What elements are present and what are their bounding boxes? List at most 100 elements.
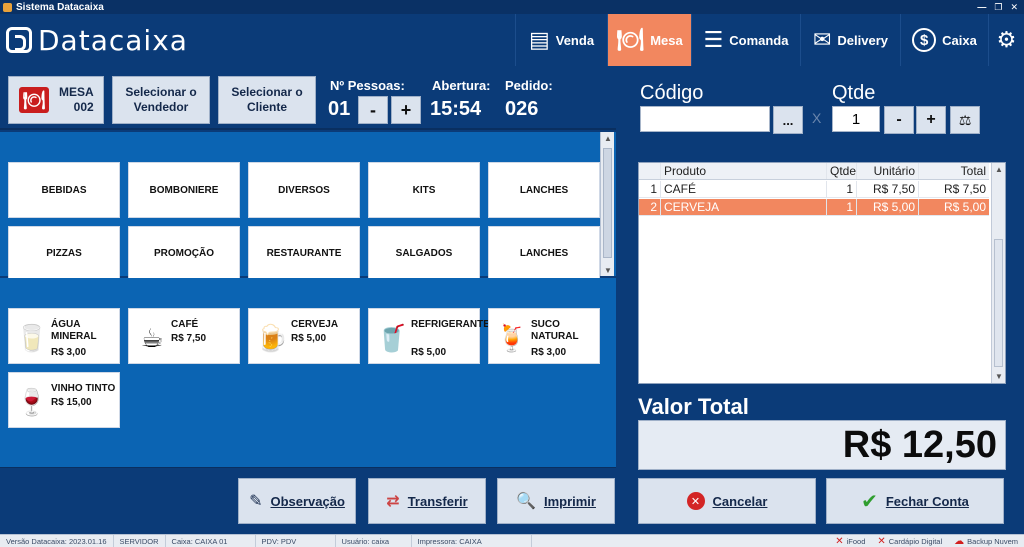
mesa-button[interactable]: 🍽 MESA 002 [8,76,104,124]
abertura-label: Abertura: [432,78,491,93]
valor-total-value: R$ 12,50 [842,423,997,466]
status-backup[interactable]: ☁ Backup Nuvem [948,536,1024,547]
scrollbar-thumb[interactable] [603,148,612,258]
product-price: R$ 15,00 [51,397,92,408]
status-caixa: Caixa: CAIXA 01 [166,534,256,547]
times-separator: X [812,110,822,126]
row-qtde: 1 [827,199,857,215]
status-versao: Versão Datacaixa: 2023.01.16 [0,534,114,547]
scroll-down-icon[interactable]: ▼ [601,264,615,276]
category-scrollbar[interactable]: ▲ ▼ [600,132,614,276]
scroll-down-icon[interactable]: ▼ [992,370,1006,382]
scale-icon: ⚖ [958,111,972,128]
category-tile[interactable]: PROMOÇÃO [128,226,240,280]
mesa-label: MESA [59,85,94,99]
cloud-error-icon: ☁ [954,535,965,547]
order-items-grid: Produto Qtde Unitário Total 1 CAFÉ 1 R$ … [638,162,1006,384]
print-preview-icon: 🔍 [516,493,536,510]
col-qtde[interactable]: Qtde [827,163,857,179]
product-tile[interactable]: 🍺 CERVEJA R$ 5,00 [248,308,360,364]
product-tile[interactable]: 🥤 REFRIGERANTE R$ 5,00 [368,308,490,364]
scroll-up-icon[interactable]: ▲ [992,163,1006,175]
select-cliente-button[interactable]: Selecionar o Cliente [218,76,316,124]
fechar-conta-label: Fechar Conta [885,493,969,509]
cash-register-icon: ▤ [528,27,550,52]
category-panel: BEBIDAS BOMBONIERE DIVERSOS KITS LANCHES… [0,132,616,280]
scale-button[interactable]: ⚖ [950,106,980,134]
nav-delivery[interactable]: ✉ Delivery [800,14,900,66]
status-cardapio[interactable]: ✕ Cardápio Digital [871,536,948,547]
category-tile[interactable]: KITS [368,162,480,218]
transferir-button[interactable]: ⇄ Transferir [368,478,486,524]
table-row[interactable]: 2 CERVEJA 1 R$ 5,00 R$ 5,00 [639,199,989,216]
delivery-truck-icon: ✉ [812,27,832,52]
category-tile[interactable]: BEBIDAS [8,162,120,218]
row-number: 2 [639,199,661,215]
note-edit-icon: ✎ [249,493,263,510]
category-tile[interactable]: PIZZAS [8,226,120,280]
category-tile[interactable]: LANCHES [488,162,600,218]
imprimir-button[interactable]: 🔍 Imprimir [497,478,615,524]
grid-scrollbar[interactable]: ▲ ▼ [991,163,1005,383]
top-header: Datacaixa ▤ Venda 🍽 Mesa ☰ Comanda ✉ Del… [0,14,1024,66]
codigo-input[interactable] [640,106,770,132]
nav-caixa-label: Caixa [942,32,977,48]
col-unitario[interactable]: Unitário [857,163,919,179]
category-tile[interactable]: LANCHES [488,226,600,280]
category-tile[interactable]: DIVERSOS [248,162,360,218]
qtde-increment-button[interactable]: + [916,106,946,134]
product-price: R$ 3,00 [51,347,87,358]
row-unitario: R$ 7,50 [857,181,919,197]
close-icon[interactable]: ✕ [1010,2,1018,13]
status-servidor: SERVIDOR [114,534,166,547]
table-info-bar: 🍽 MESA 002 Selecionar o Vendedor Selecio… [0,66,616,130]
product-tile[interactable]: ☕ CAFÉ R$ 7,50 [128,308,240,364]
category-tile[interactable]: SALGADOS [368,226,480,280]
window-title-bar: Sistema Datacaixa — ❐ ✕ [0,0,1024,14]
select-vendedor-button[interactable]: Selecionar o Vendedor [112,76,210,124]
brand-name: Datacaixa [38,23,188,57]
scroll-up-icon[interactable]: ▲ [601,132,615,144]
cancelar-button[interactable]: ✕ Cancelar [638,478,816,524]
nav-comanda[interactable]: ☰ Comanda [691,14,800,66]
codigo-browse-button[interactable]: ... [773,106,803,134]
pedido-label: Pedido: [505,78,553,93]
nav-caixa[interactable]: $ Caixa [900,14,988,66]
product-tile[interactable]: 🍹 SUCO NATURAL R$ 3,00 [488,308,600,364]
imprimir-label: Imprimir [543,493,596,509]
table-row[interactable]: 1 CAFÉ 1 R$ 7,50 R$ 7,50 [639,181,989,198]
fechar-conta-button[interactable]: ✔ Fechar Conta [826,478,1004,524]
qtde-decrement-button[interactable]: - [884,106,914,134]
product-name: VINHO TINTO [51,383,116,394]
minimize-icon[interactable]: — [977,2,986,13]
restore-icon[interactable]: ❐ [994,2,1002,13]
status-usuario: Usuário: caixa [336,534,412,547]
product-price: R$ 5,00 [411,347,447,358]
nav-mesa[interactable]: 🍽 Mesa [607,14,691,66]
pessoas-decrement-button[interactable]: - [358,96,388,124]
observacao-button[interactable]: ✎ Observação [238,478,356,524]
nav-comanda-label: Comanda [729,32,789,48]
row-unitario: R$ 5,00 [857,199,919,215]
qtde-input[interactable] [832,106,880,132]
product-price: R$ 3,00 [531,347,567,358]
col-produto[interactable]: Produto [661,163,827,179]
status-pdv: PDV: PDV [256,534,336,547]
product-name: SUCO NATURAL [531,319,579,342]
scrollbar-thumb[interactable] [994,239,1003,367]
col-total[interactable]: Total [919,163,989,179]
category-tile[interactable]: BOMBONIERE [128,162,240,218]
valor-total-display: R$ 12,50 [638,420,1006,470]
category-tile[interactable]: RESTAURANTE [248,226,360,280]
product-tile[interactable]: 🥛 ÁGUA MINERAL R$ 3,00 [8,308,120,364]
product-name: CERVEJA [291,319,339,330]
grid-header: Produto Qtde Unitário Total [639,163,989,180]
gear-icon: ⚙ [996,27,1017,52]
pessoas-increment-button[interactable]: + [391,96,421,124]
product-name: ÁGUA MINERAL [51,319,97,342]
settings-button[interactable]: ⚙ [988,14,1024,66]
product-tile[interactable]: 🍷 VINHO TINTO R$ 15,00 [8,372,120,428]
nav-venda[interactable]: ▤ Venda [515,14,607,66]
status-ifood[interactable]: ✕ iFood [829,536,871,547]
app-icon [3,2,12,12]
